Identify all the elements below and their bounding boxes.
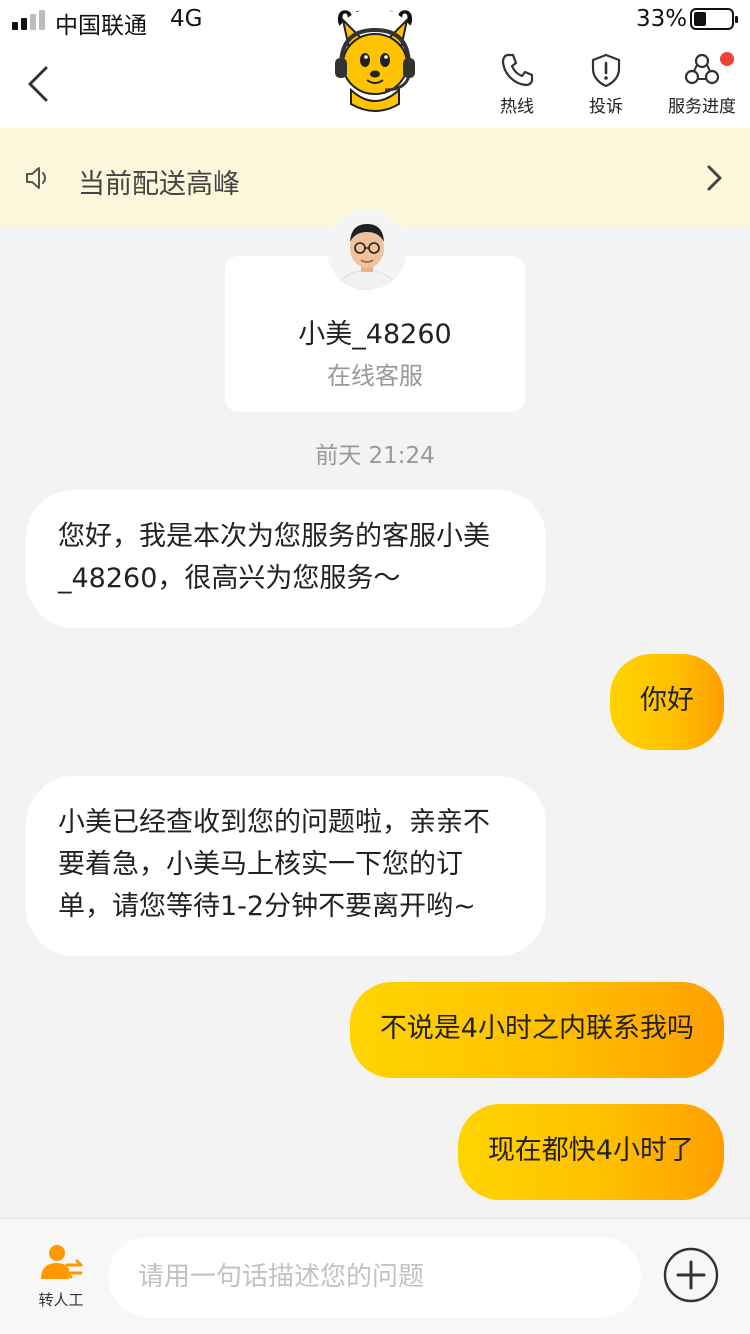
- message-user: 现在都快4小时了: [457, 1104, 724, 1200]
- notice-text: 当前配送高峰: [78, 169, 240, 200]
- message-user: 不说是4小时之内联系我吗: [349, 982, 724, 1078]
- complaint-button[interactable]: 投诉: [580, 52, 632, 117]
- message-text: 不说是4小时之内联系我吗: [379, 1013, 694, 1044]
- input-bar: 转人工: [0, 1218, 750, 1334]
- agent-avatar: [327, 210, 407, 290]
- message-text: 现在都快4小时了: [487, 1135, 694, 1166]
- message-agent: 您好，我是本次为您服务的客服小美_48260，很高兴为您服务～: [26, 490, 546, 628]
- service-progress-button[interactable]: 服务进度: [662, 52, 742, 117]
- transfer-label: 转人工: [38, 1291, 84, 1309]
- chevron-right-icon: [707, 165, 722, 191]
- plus-circle-icon: [663, 1247, 719, 1303]
- phone-icon: [501, 53, 534, 87]
- battery-percent: 33%: [636, 6, 688, 32]
- customer-service-bot-avatar: [327, 8, 423, 118]
- chat-timestamp: 前天 21:24: [315, 443, 435, 469]
- progress-icon: [684, 53, 720, 85]
- message-user: 你好: [610, 654, 724, 750]
- message-text: 您好，我是本次为您服务的客服小美_48260，很高兴为您服务～: [58, 521, 490, 594]
- message-input[interactable]: [108, 1237, 641, 1317]
- shield-icon: [591, 53, 621, 88]
- complaint-label: 投诉: [589, 97, 623, 117]
- back-button[interactable]: [20, 62, 60, 106]
- transfer-agent-icon: [41, 1245, 83, 1279]
- agent-role: 在线客服: [327, 362, 423, 390]
- hotline-label: 热线: [500, 97, 534, 117]
- agent-photo: [327, 210, 407, 290]
- battery-icon: [690, 8, 738, 30]
- hotline-button[interactable]: 热线: [491, 52, 543, 117]
- add-attachment-button[interactable]: [663, 1247, 719, 1303]
- transfer-to-human-button[interactable]: 转人工: [28, 1243, 94, 1310]
- message-agent: 小美已经查收到您的问题啦，亲亲不要着急，小美马上核实一下您的订单，请您等待1-2…: [26, 776, 546, 956]
- agent-name: 小美_48260: [298, 319, 452, 350]
- battery-fill: [694, 12, 706, 26]
- service-progress-label: 服务进度: [668, 97, 736, 117]
- speaker-icon: [26, 167, 46, 189]
- message-text: 你好: [640, 685, 694, 716]
- chevron-left-icon: [28, 66, 48, 102]
- message-text: 小美已经查收到您的问题啦，亲亲不要着急，小美马上核实一下您的订单，请您等待1-2…: [58, 807, 490, 922]
- notification-badge: [720, 52, 734, 66]
- kangaroo-mascot-icon: [329, 16, 421, 116]
